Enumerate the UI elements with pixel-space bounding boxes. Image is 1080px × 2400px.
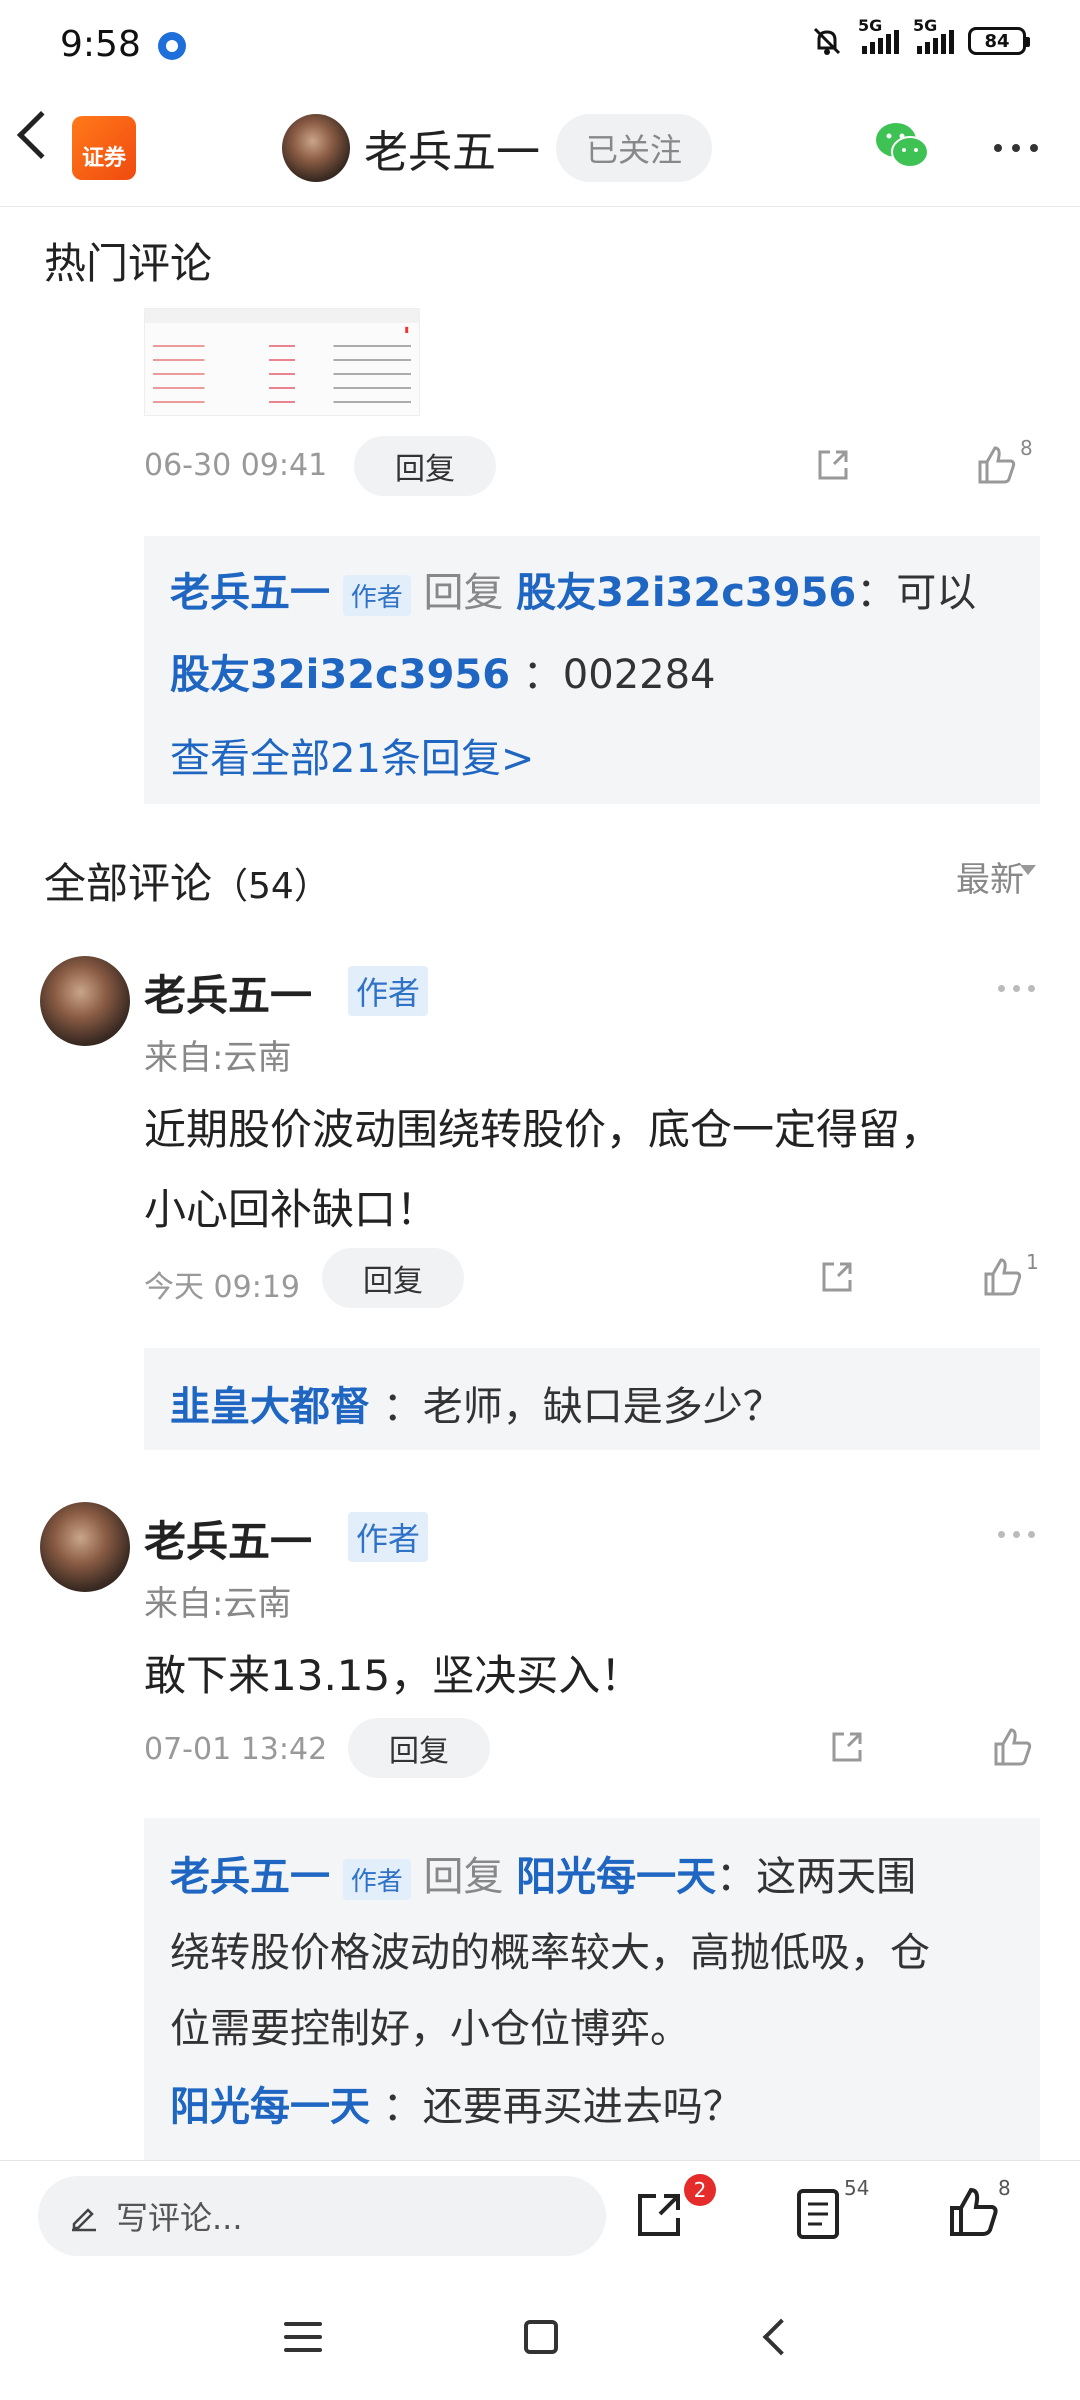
share-icon[interactable] — [828, 1728, 866, 1766]
reply-line: 韭皇大都督 ：老师，缺口是多少？ — [170, 1374, 783, 1432]
author-tag: 作者 — [348, 1512, 429, 1562]
like-icon[interactable] — [948, 2186, 1000, 2238]
reply-line: 阳光每一天 ：还要再买进去吗？ — [170, 2074, 743, 2132]
sort-dropdown-icon[interactable] — [1020, 865, 1036, 875]
view-all-replies-link[interactable]: 查看全部21条回复> — [170, 726, 534, 784]
app-notification-icon — [158, 32, 186, 60]
author-tag: 作者 — [348, 966, 429, 1016]
commenter-name[interactable]: 老兵五一 — [144, 962, 312, 1023]
bottom-divider — [0, 2160, 1080, 2161]
menu-nav-icon[interactable] — [284, 2322, 322, 2352]
sort-selector[interactable]: 最新 — [956, 852, 1024, 901]
reply-target-name[interactable]: 股友32i32c3956 — [516, 570, 856, 616]
commenter-avatar[interactable] — [40, 956, 130, 1046]
share-badge: 2 — [684, 2174, 716, 2206]
comment-list-icon[interactable] — [796, 2188, 840, 2240]
reply-author-name[interactable]: 阳光每一天 — [170, 2084, 370, 2130]
hot-comments-title: 热门评论 — [44, 239, 213, 288]
reply-line: 老兵五一 作者 回复 股友32i32c3956：可以 — [170, 560, 976, 618]
back-button[interactable] — [16, 110, 66, 160]
reply-text: ：可以 — [856, 570, 977, 616]
reply-author-name[interactable]: 老兵五一 — [170, 570, 330, 616]
author-tag: 作者 — [342, 1858, 411, 1900]
reply-text: 绕转股价格波动的概率较大，高抛低吸，仓 — [170, 1930, 930, 1976]
comment-text: 小心回补缺口！ — [144, 1185, 439, 1234]
reply-text: ：这两天围 — [716, 1854, 917, 1900]
hot-comment-time: 06-30 09:41 — [144, 448, 328, 483]
author-name[interactable]: 老兵五一 — [364, 116, 540, 180]
author-tag: 作者 — [342, 574, 411, 616]
reply-author-name[interactable]: 老兵五一 — [170, 1854, 330, 1900]
comment-image-thumbnail[interactable]: ▮ — [144, 308, 420, 416]
like-icon[interactable] — [982, 1256, 1024, 1298]
commenter-avatar[interactable] — [40, 1502, 130, 1592]
commenter-location: 来自:云南 — [144, 1584, 292, 1624]
status-indicators: 5G 5G 84 — [810, 16, 1030, 58]
reply-text: 位需要控制好，小仓位博弈。 — [170, 2006, 690, 2052]
share-icon[interactable] — [818, 1258, 856, 1296]
hot-comment-like-count: 8 — [1020, 436, 1033, 460]
header-divider — [0, 206, 1080, 207]
pencil-icon — [72, 2208, 96, 2232]
reply-word: 回复 — [423, 1854, 504, 1900]
reply-text: ：老师，缺口是多少？ — [382, 1384, 783, 1430]
reply-author-name[interactable]: 股友32i32c3956 — [170, 652, 510, 698]
comment-time: 07-01 13:42 — [144, 1732, 328, 1767]
commenter-location: 来自:云南 — [144, 1038, 292, 1078]
all-comments-title: 全部评论（54） — [44, 859, 330, 908]
write-comment-placeholder: 写评论... — [116, 2199, 243, 2237]
follow-button[interactable]: 已关注 — [556, 114, 712, 182]
battery-icon: 84 — [968, 27, 1030, 55]
comment-count-badge: 54 — [844, 2176, 870, 2200]
comment-more-icon[interactable] — [998, 985, 1035, 992]
comment-reply-button[interactable]: 回复 — [322, 1248, 464, 1308]
like-icon[interactable] — [992, 1726, 1034, 1768]
reply-target-name[interactable]: 阳光每一天 — [516, 1854, 716, 1900]
more-options-icon[interactable] — [994, 144, 1038, 152]
share-icon[interactable] — [632, 2188, 686, 2242]
share-icon[interactable] — [814, 446, 852, 484]
comment-reply-button[interactable]: 回复 — [348, 1718, 490, 1778]
hot-comment-reply-button[interactable]: 回复 — [354, 436, 496, 496]
comment-time: 今天 09:19 — [144, 1270, 300, 1305]
reply-line: 老兵五一 作者 回复 阳光每一天：这两天围 — [170, 1844, 916, 1902]
comment-more-icon[interactable] — [998, 1531, 1035, 1538]
comment-text: 近期股价波动围绕转股价，底仓一定得留， — [144, 1105, 943, 1154]
author-avatar[interactable] — [282, 114, 350, 182]
like-icon[interactable] — [976, 444, 1018, 486]
wechat-share-icon[interactable] — [874, 120, 930, 172]
commenter-name[interactable]: 老兵五一 — [144, 1508, 312, 1569]
reply-word: 回复 — [423, 570, 504, 616]
reply-text: ：还要再买进去吗？ — [382, 2084, 743, 2130]
app-logo[interactable]: 证券 — [72, 116, 136, 180]
like-count-badge: 8 — [998, 2176, 1011, 2200]
signal-icon-2: 5G — [913, 16, 954, 54]
comment-like-count: 1 — [1026, 1250, 1039, 1274]
signal-icon-1: 5G — [858, 16, 899, 54]
home-nav-icon[interactable] — [524, 2320, 558, 2354]
status-time: 9:58 — [60, 24, 141, 65]
mute-icon — [813, 27, 841, 55]
reply-text: ：002284 — [522, 652, 716, 698]
reply-line: 股友32i32c3956 ：002284 — [170, 642, 716, 700]
reply-author-name[interactable]: 韭皇大都督 — [170, 1384, 370, 1430]
comment-count: （54） — [212, 866, 330, 907]
comment-text: 敢下来13.15，坚决买入！ — [144, 1651, 643, 1700]
write-comment-input[interactable]: 写评论... — [38, 2176, 606, 2256]
